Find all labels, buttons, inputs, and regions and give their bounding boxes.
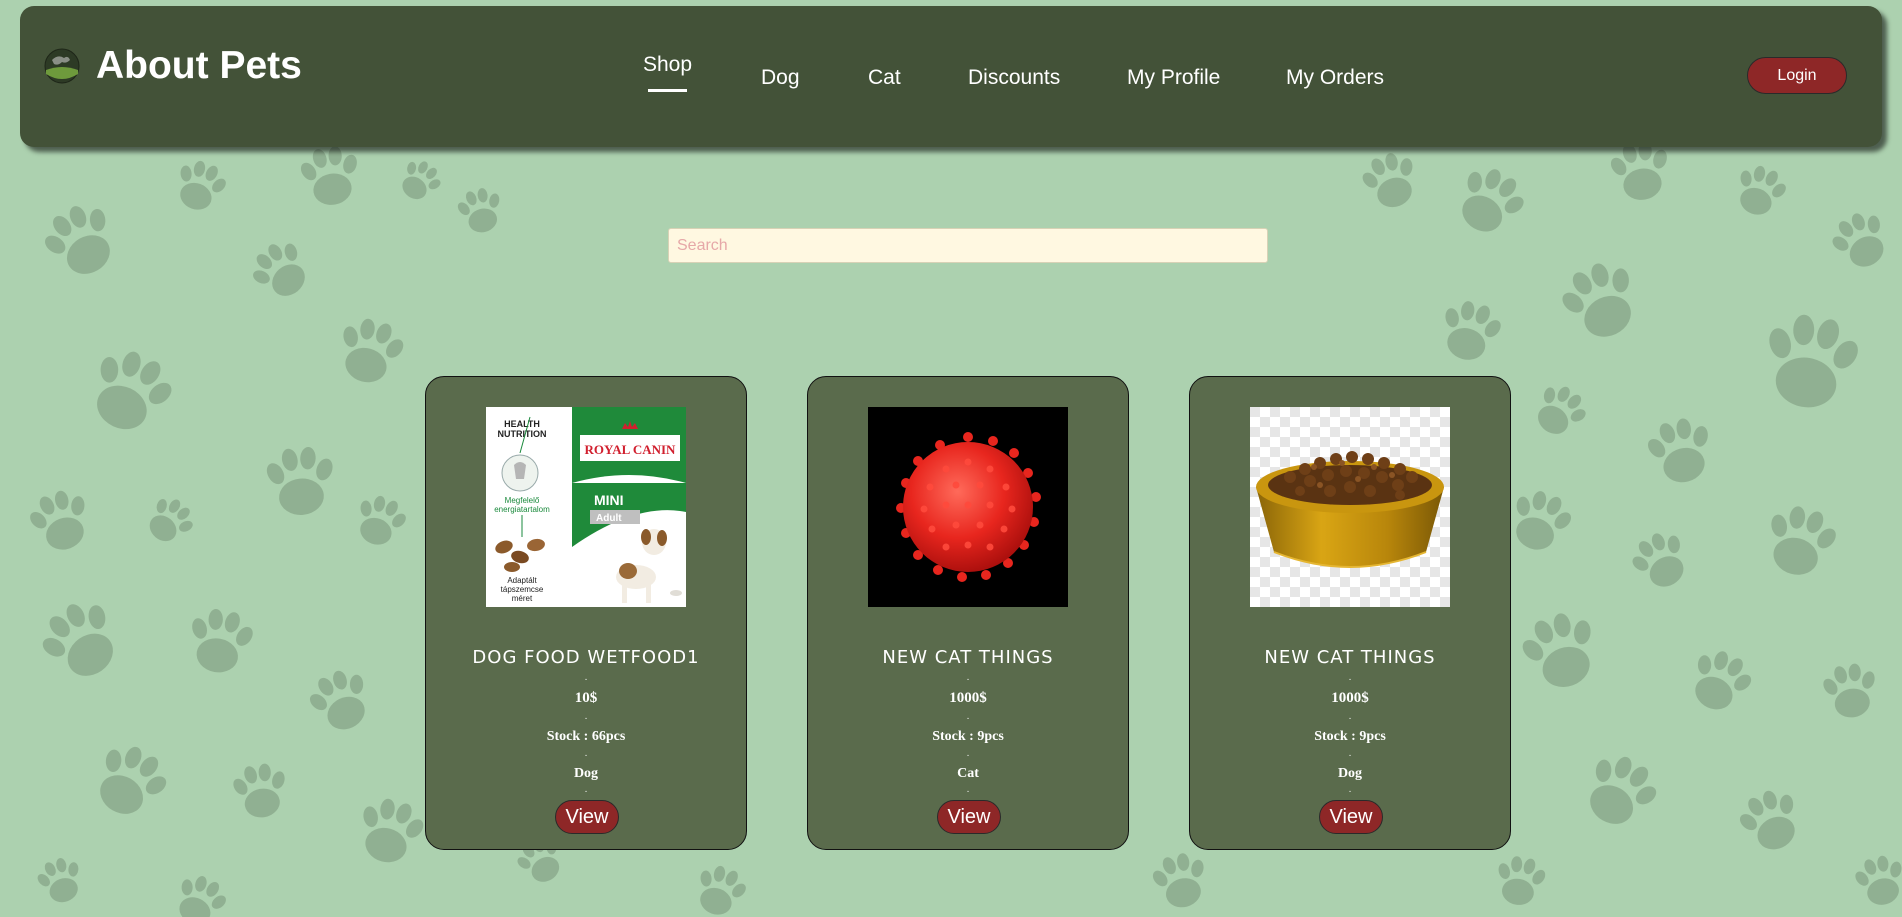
product-price: 10$ — [574, 690, 598, 706]
separator-dot: · — [1348, 750, 1352, 761]
product-card: NEW CAT THINGS · 1000$ · Stock : 9pcs · … — [807, 376, 1129, 850]
bag-size-line2: tápszemcse — [501, 585, 544, 594]
product-stock: Stock : 9pcs — [1314, 729, 1386, 744]
product-card: HEALTH NUTRITION Megfelelő energiatartal… — [425, 376, 747, 850]
product-stock: Stock : 9pcs — [932, 729, 1004, 744]
bag-size-line3: méret — [512, 594, 533, 603]
separator-dot: · — [584, 713, 588, 724]
view-button[interactable]: View — [937, 800, 1001, 834]
product-price: 1000$ — [1331, 690, 1369, 706]
bag-brand: ROYAL CANIN — [585, 442, 677, 457]
product-title: NEW CAT THINGS — [882, 647, 1054, 668]
product-image-dog-food-bag[interactable]: HEALTH NUTRITION Megfelelő energiatartal… — [486, 407, 686, 607]
bag-health-line2: NUTRITION — [498, 429, 547, 439]
separator-dot: · — [584, 786, 588, 797]
separator-dot: · — [966, 674, 970, 685]
separator-dot: · — [1348, 713, 1352, 724]
bag-claim-line1: Megfelelő — [505, 496, 540, 505]
brand-logo-icon — [44, 48, 80, 83]
nav-item-shop[interactable]: Shop — [643, 53, 692, 92]
product-category: Dog — [1337, 766, 1363, 781]
nav-item-my-orders[interactable]: My Orders — [1286, 66, 1384, 90]
separator-dot: · — [966, 713, 970, 724]
product-category: Cat — [957, 766, 979, 781]
separator-dot: · — [966, 786, 970, 797]
bag-health-line1: HEALTH — [504, 419, 540, 429]
separator-dot: · — [584, 674, 588, 685]
product-price: 1000$ — [949, 690, 987, 706]
nav-item-discounts[interactable]: Discounts — [968, 66, 1060, 90]
separator-dot: · — [584, 750, 588, 761]
view-button[interactable]: View — [555, 800, 619, 834]
product-title: DOG FOOD WETFOOD1 — [472, 647, 700, 668]
bag-variant-sub: Adult — [596, 513, 622, 524]
brand-title: About Pets — [96, 44, 302, 87]
nav-item-cat[interactable]: Cat — [868, 66, 901, 90]
bag-variant: MINI — [594, 492, 624, 508]
product-card: NEW CAT THINGS · 1000$ · Stock : 9pcs · … — [1189, 376, 1511, 850]
bag-size-line1: Adaptált — [507, 576, 537, 585]
product-title: NEW CAT THINGS — [1264, 647, 1436, 668]
separator-dot: · — [1348, 786, 1352, 797]
login-button[interactable]: Login — [1747, 57, 1847, 94]
view-button[interactable]: View — [1319, 800, 1383, 834]
top-navbar: About Pets Shop Dog Cat Discounts My Pro… — [20, 6, 1882, 147]
nav-item-dog[interactable]: Dog — [761, 66, 800, 90]
brand[interactable]: About Pets — [44, 46, 302, 85]
bag-claim-line2: energiatartalom — [494, 505, 550, 514]
product-stock: Stock : 66pcs — [546, 729, 626, 744]
nav-item-my-profile[interactable]: My Profile — [1127, 66, 1220, 90]
product-image-food-bowl[interactable] — [1250, 407, 1450, 607]
product-category: Dog — [573, 766, 599, 781]
separator-dot: · — [966, 750, 970, 761]
product-image-red-spiky-ball[interactable] — [868, 407, 1068, 607]
search-input[interactable] — [668, 228, 1268, 263]
separator-dot: · — [1348, 674, 1352, 685]
